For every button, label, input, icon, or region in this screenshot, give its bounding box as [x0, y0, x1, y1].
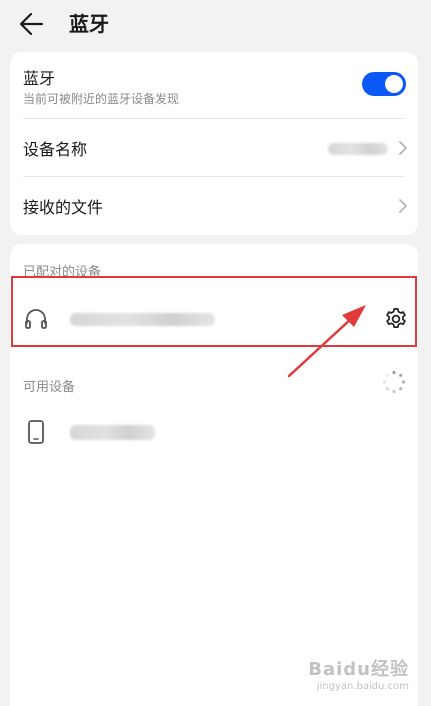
- chevron-right-icon: [399, 141, 407, 155]
- bluetooth-subtitle: 当前可被附近的蓝牙设备发现: [23, 92, 180, 106]
- paired-device-name-redacted: [70, 313, 215, 326]
- received-files-row[interactable]: 接收的文件: [10, 177, 418, 235]
- device-name-row[interactable]: 设备名称: [10, 119, 418, 176]
- device-name-value-redacted: [328, 143, 388, 155]
- bluetooth-settings-card: 蓝牙 当前可被附近的蓝牙设备发现 设备名称 接收的文件: [10, 52, 418, 235]
- watermark: Baidu经验 jingyan.baidu.com: [308, 655, 409, 692]
- received-files-label: 接收的文件: [23, 198, 104, 217]
- headphones-icon: [25, 309, 47, 329]
- devices-card: 已配对的设备 可用设备: [10, 244, 418, 706]
- watermark-url: jingyan.baidu.com: [316, 681, 409, 692]
- page-title: 蓝牙: [69, 12, 109, 36]
- device-name-label: 设备名称: [23, 140, 88, 159]
- arrow-left-icon: [19, 12, 44, 36]
- paired-device-row[interactable]: [10, 289, 418, 349]
- phone-icon: [28, 420, 44, 444]
- available-device-name-redacted: [70, 425, 155, 440]
- device-settings-button[interactable]: [382, 305, 410, 333]
- bluetooth-toggle-row[interactable]: 蓝牙 当前可被附近的蓝牙设备发现: [10, 52, 418, 118]
- gear-icon: [386, 308, 406, 329]
- toggle-knob: [385, 75, 403, 93]
- watermark-logo: Baidu经验: [308, 659, 409, 680]
- chevron-right-icon: [399, 199, 407, 213]
- top-bar: 蓝牙: [0, 0, 431, 50]
- back-button[interactable]: [14, 6, 54, 44]
- available-device-row[interactable]: [10, 402, 418, 462]
- bluetooth-title: 蓝牙: [23, 69, 56, 88]
- bluetooth-toggle[interactable]: [362, 72, 406, 96]
- loading-spinner-icon: [382, 370, 406, 394]
- available-devices-label: 可用设备: [23, 380, 76, 395]
- paired-devices-label: 已配对的设备: [23, 265, 102, 280]
